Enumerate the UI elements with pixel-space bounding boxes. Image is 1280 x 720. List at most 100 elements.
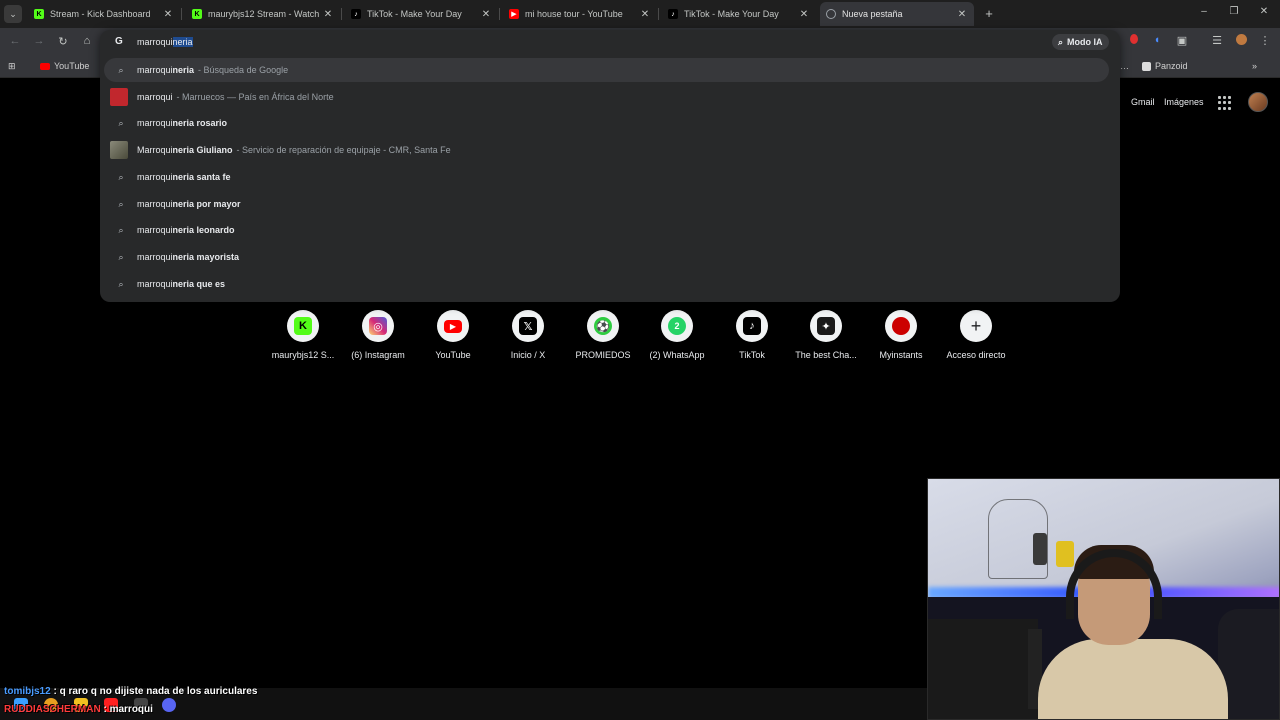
whatsapp-icon: 2 [668, 317, 686, 335]
tab-tiktok-2[interactable]: ♪ TikTok - Make Your Day ✕ [662, 4, 816, 24]
google-g-icon: G [115, 36, 123, 47]
shortcut-label: maurybjs12 S... [271, 350, 335, 360]
shortcut-chatgpt[interactable]: ✦ The best Cha... [789, 310, 863, 360]
suggestion-item[interactable]: ⌕ marroqui neria por mayor [104, 192, 1109, 216]
suggestion-desc: - Búsqueda de Google [198, 65, 289, 75]
chat-username: tomibjs12 [4, 686, 51, 697]
omnibox-dropdown: G marroquineria ⌕ Modo IA ⌕ marroqui neri… [100, 30, 1120, 302]
chat-separator: : [103, 704, 107, 715]
suggestion-item[interactable]: marroqui - Marruecos — País en África de… [104, 85, 1109, 109]
shortcut-label: YouTube [435, 350, 471, 360]
reload-button[interactable]: ↻ [56, 35, 70, 48]
chat-message: RUDDIASCHERMAN : marroqui [4, 704, 153, 715]
gmail-link[interactable]: Gmail [1131, 97, 1155, 107]
close-icon[interactable]: ✕ [639, 9, 651, 20]
suggestion-item[interactable]: ⌕ marroqui neria rosario [104, 111, 1109, 135]
chat-message: tomibjs12 : q raro q no dijiste nada de … [4, 686, 257, 697]
close-icon[interactable]: ✕ [322, 9, 334, 20]
tab-youtube-house-tour[interactable]: ▶ mi house tour - YouTube ✕ [503, 4, 657, 24]
suggestion-item[interactable]: Marroqui neria Giuliano - Servicio de rep… [104, 138, 1109, 162]
chatgpt-icon: ✦ [817, 317, 835, 335]
shortcut-add[interactable]: + Acceso directo [939, 310, 1013, 360]
tab-kick-stream[interactable]: K maurybjs12 Stream - Watch Live ✕ [186, 4, 340, 24]
chat-text: marroqui [109, 704, 153, 715]
shortcut-icon-circle: ◎ [362, 310, 394, 342]
shelf-object [1056, 541, 1074, 567]
shortcut-label: (2) WhatsApp [649, 350, 705, 360]
suggestion-rest: neria por mayor [172, 199, 241, 209]
avatar[interactable] [1248, 92, 1268, 112]
search-icon: ⌕ [118, 224, 124, 235]
bookmarks-chevron-icon[interactable]: » [1252, 61, 1257, 71]
tab-kick-dashboard[interactable]: K Stream - Kick Dashboard ✕ [28, 4, 180, 24]
minimize-button[interactable]: – [1196, 6, 1212, 17]
suggestion-rest: neria mayorista [172, 252, 240, 262]
chevron-down-icon: ⌄ [9, 8, 17, 19]
youtube-icon: ▶ [444, 319, 462, 333]
google-apps-icon[interactable] [1218, 96, 1232, 110]
tab-title: mi house tour - YouTube [525, 9, 623, 19]
apps-grid-icon[interactable]: ⊞ [8, 61, 16, 72]
bookmark-youtube[interactable]: YouTube [40, 61, 89, 71]
modo-ia-button[interactable]: ⌕ Modo IA [1052, 34, 1109, 50]
close-icon[interactable]: ✕ [798, 9, 810, 20]
shortcut-icon-circle: 2 [661, 310, 693, 342]
close-icon[interactable]: ✕ [480, 9, 492, 20]
autocomplete-selection: neria [172, 37, 193, 47]
tab-title: Nueva pestaña [842, 9, 903, 19]
close-window-button[interactable]: ✕ [1256, 6, 1272, 17]
suggestion-item[interactable]: ⌕ marroqui neria que es [104, 272, 1109, 296]
bookmark-overflow[interactable]: … [1120, 61, 1129, 71]
suggestion-match: marroqui [137, 92, 173, 102]
search-icon: ⌕ [118, 198, 124, 209]
kick-icon: K [34, 9, 44, 19]
tab-separator [341, 8, 342, 20]
person-shirt [1038, 639, 1228, 719]
monitor [928, 619, 1038, 719]
reading-list-icon[interactable]: ☰ [1210, 34, 1224, 47]
shortcut-label: TikTok [739, 350, 765, 360]
shortcut-label: PROMIEDOS [575, 350, 631, 360]
new-tab-button[interactable]: + [980, 5, 998, 23]
extension-audio-icon[interactable]: ◖ [1150, 34, 1164, 46]
profile-icon[interactable] [1234, 34, 1248, 48]
plus-icon: + [970, 315, 982, 336]
suggestion-item[interactable]: ⌕ marroqui neria mayorista [104, 245, 1109, 269]
tab-separator [181, 8, 182, 20]
menu-icon[interactable]: ⋮ [1258, 34, 1272, 47]
omnibox-input-row[interactable]: G marroquineria ⌕ Modo IA [100, 30, 1120, 54]
shortcut-promiedos[interactable]: ⚽ PROMIEDOS [566, 310, 640, 360]
bookmark-panzoid[interactable]: Panzoid [1142, 61, 1188, 71]
tab-tiktok-1[interactable]: ♪ TikTok - Make Your Day ✕ [345, 4, 498, 24]
images-link[interactable]: Imágenes [1164, 97, 1204, 107]
shortcut-label: The best Cha... [795, 350, 857, 360]
suggestion-item[interactable]: ⌕ marroqui neria santa fe [104, 165, 1109, 189]
shelf-object [1033, 533, 1047, 565]
instagram-icon: ◎ [369, 317, 387, 335]
shortcut-icon-circle: ✦ [810, 310, 842, 342]
suggestion-rest: neria leonardo [172, 225, 235, 235]
home-button[interactable]: ⌂ [80, 35, 94, 47]
suggestion-item[interactable]: ⌕ marroqui neria leonardo [104, 218, 1109, 242]
close-icon[interactable]: ✕ [162, 9, 174, 20]
shortcut-youtube[interactable]: ▶ YouTube [416, 310, 490, 360]
shortcut-instagram[interactable]: ◎ (6) Instagram [341, 310, 415, 360]
tab-search-button[interactable]: ⌄ [4, 5, 22, 23]
extensions-icon[interactable]: ▣ [1175, 34, 1189, 47]
forward-button[interactable]: → [32, 35, 46, 47]
suggestion-item[interactable]: ⌕ marroqui neria - Búsqueda de Google [104, 58, 1109, 82]
shortcut-kick[interactable]: K maurybjs12 S... [266, 310, 340, 360]
chat-text: q raro q no dijiste nada de los auricula… [59, 686, 258, 697]
shortcut-whatsapp[interactable]: 2 (2) WhatsApp [640, 310, 714, 360]
address-bar-input[interactable]: marroquineria [137, 37, 193, 47]
shortcut-myinstants[interactable]: Myinstants [864, 310, 938, 360]
suggestion-desc: - Servicio de reparación de equipaje - C… [236, 145, 451, 155]
tab-new-tab[interactable]: Nueva pestaña ✕ [820, 2, 974, 26]
maximize-button[interactable]: ❐ [1226, 6, 1242, 17]
shortcut-x[interactable]: 𝕏 Inicio / X [491, 310, 565, 360]
discord-icon[interactable] [162, 698, 176, 712]
shortcut-tiktok[interactable]: ♪ TikTok [715, 310, 789, 360]
back-button[interactable]: ← [8, 35, 22, 47]
close-icon[interactable]: ✕ [956, 9, 968, 20]
extension-red-icon[interactable] [1127, 34, 1141, 47]
